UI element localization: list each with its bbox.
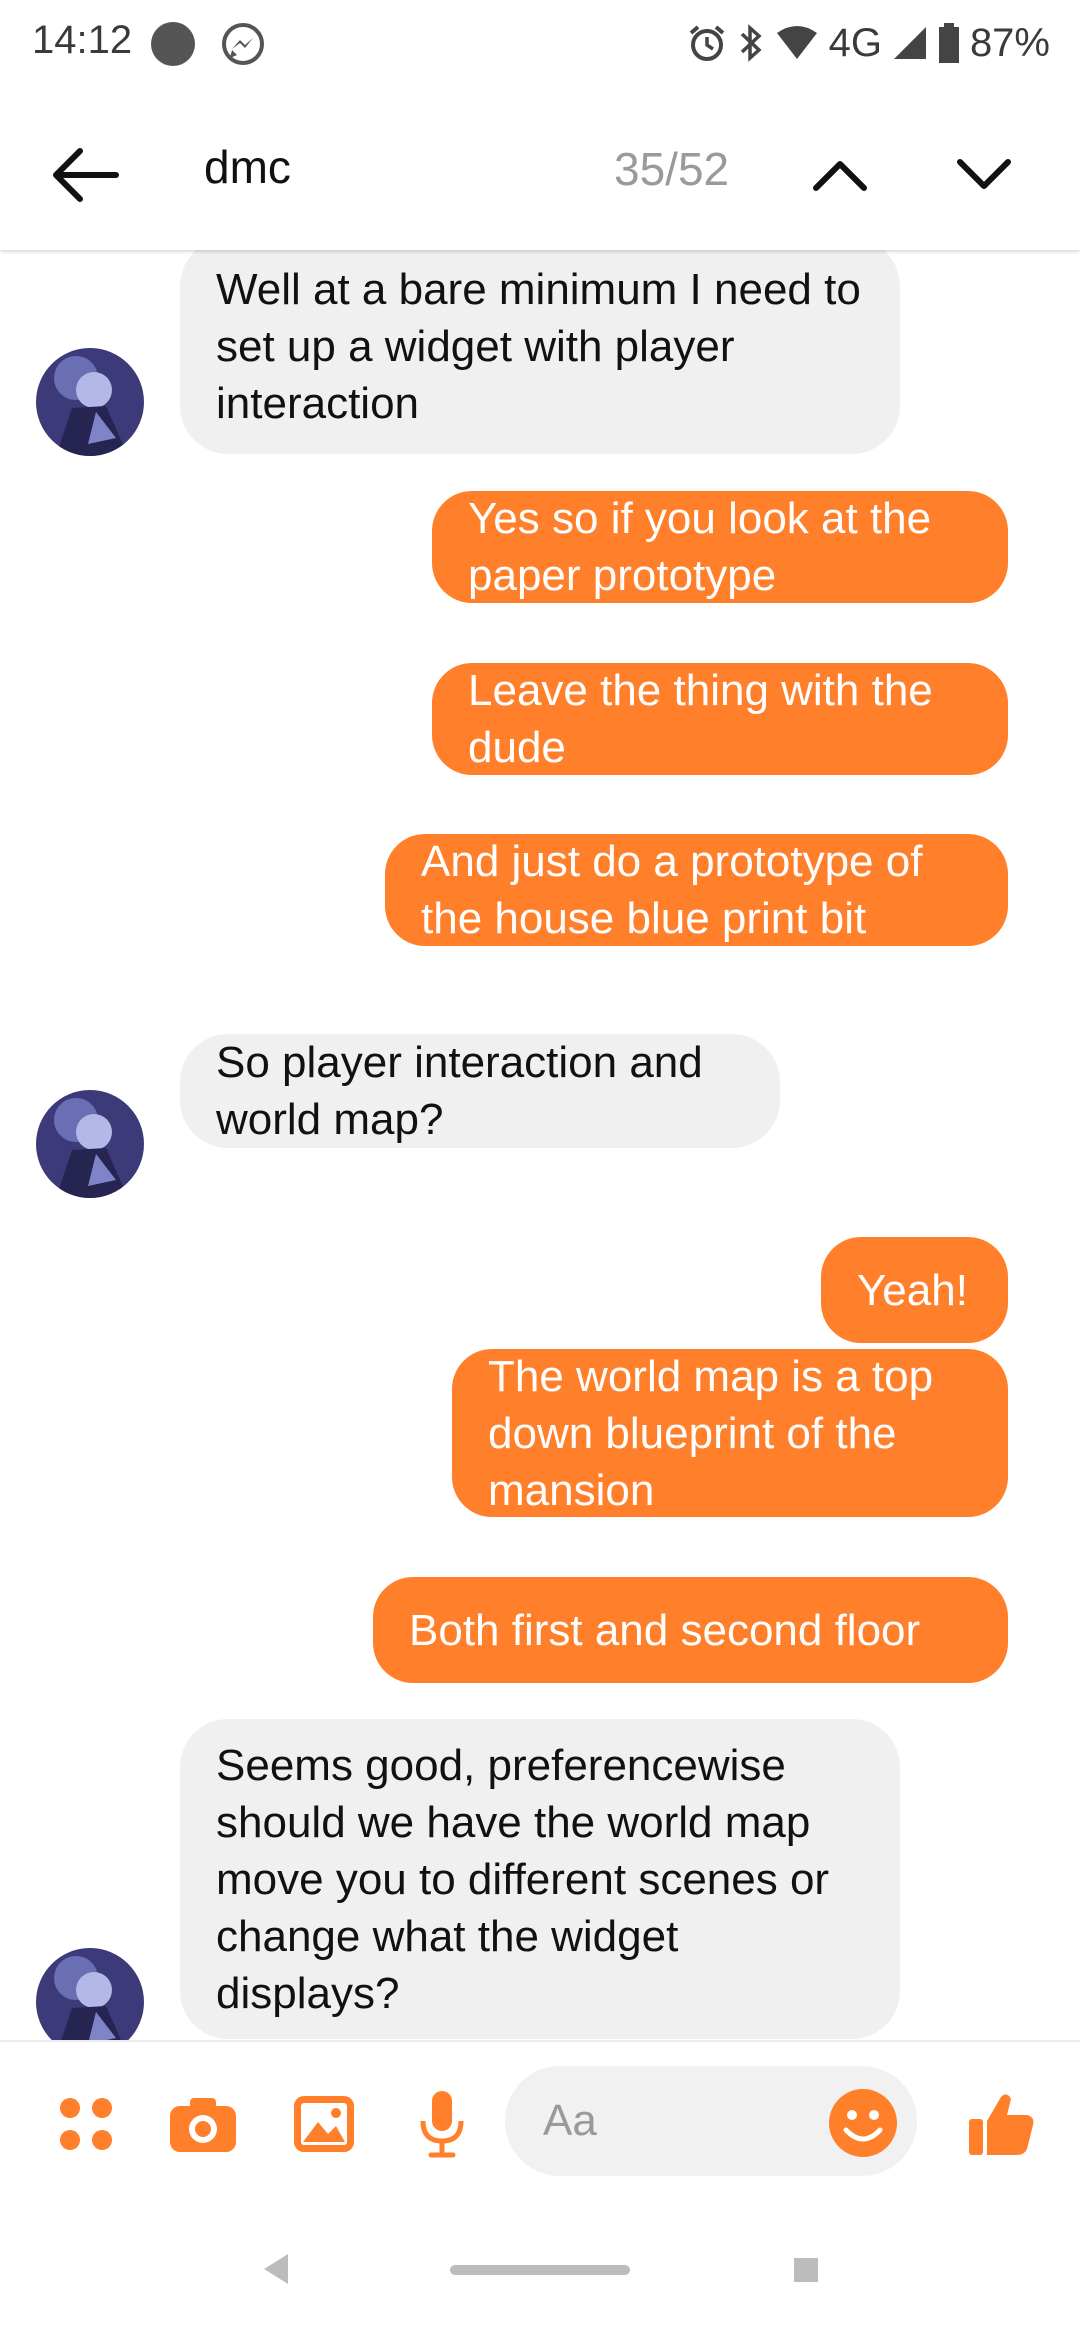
- incoming-message[interactable]: Seems good, preferencewise should we hav…: [180, 1719, 900, 2039]
- outgoing-message[interactable]: Yeah!: [821, 1237, 1008, 1343]
- messenger-icon: [220, 22, 266, 73]
- outgoing-message[interactable]: And just do a prototype of the house blu…: [385, 834, 1008, 946]
- wifi-icon: [775, 25, 819, 61]
- status-bar: 14:12 4G 87%: [0, 0, 1080, 90]
- grid-dots-icon[interactable]: [46, 2084, 126, 2164]
- system-nav-bar: [0, 2200, 1080, 2340]
- outgoing-message[interactable]: The world map is a top down blueprint of…: [452, 1349, 1008, 1517]
- back-arrow-icon[interactable]: [40, 130, 130, 220]
- avatar[interactable]: [36, 348, 144, 456]
- battery-percent: 87%: [969, 20, 1050, 65]
- search-match-count: 35/52: [614, 143, 730, 195]
- chevron-up-icon[interactable]: [800, 130, 880, 220]
- avatar[interactable]: [36, 1090, 144, 1198]
- outgoing-message[interactable]: Yes so if you look at the paper prototyp…: [432, 491, 1008, 603]
- outgoing-message[interactable]: Leave the thing with the dude: [432, 663, 1008, 775]
- network-type: 4G: [828, 20, 882, 65]
- nav-back-icon[interactable]: [262, 2252, 290, 2291]
- search-header: dmc 35/52: [0, 90, 1080, 250]
- signal-icon: [892, 25, 928, 61]
- chevron-down-icon[interactable]: [944, 130, 1024, 220]
- avatar[interactable]: [36, 1948, 144, 2040]
- outgoing-message[interactable]: Both first and second floor: [373, 1577, 1008, 1683]
- emoji-icon[interactable]: [826, 2086, 900, 2160]
- image-icon[interactable]: [284, 2084, 364, 2164]
- status-time: 14:12: [32, 18, 133, 62]
- nav-home-pill[interactable]: [450, 2265, 630, 2275]
- incoming-message[interactable]: Well at a bare minimum I need to set up …: [180, 250, 900, 454]
- notification-dot-icon: [151, 22, 195, 66]
- battery-icon: [938, 22, 960, 64]
- bluetooth-icon: [737, 23, 765, 63]
- camera-icon[interactable]: [163, 2084, 243, 2164]
- composer-bar: [0, 2040, 1080, 2202]
- alarm-icon: [687, 23, 727, 63]
- incoming-message[interactable]: So player interaction and world map?: [180, 1034, 780, 1148]
- search-query[interactable]: dmc: [204, 140, 291, 194]
- message-list[interactable]: Well at a bare minimum I need to set up …: [0, 250, 1080, 2040]
- nav-recents-icon[interactable]: [794, 2258, 818, 2282]
- thumbs-up-icon[interactable]: [962, 2084, 1042, 2164]
- microphone-icon[interactable]: [402, 2084, 482, 2164]
